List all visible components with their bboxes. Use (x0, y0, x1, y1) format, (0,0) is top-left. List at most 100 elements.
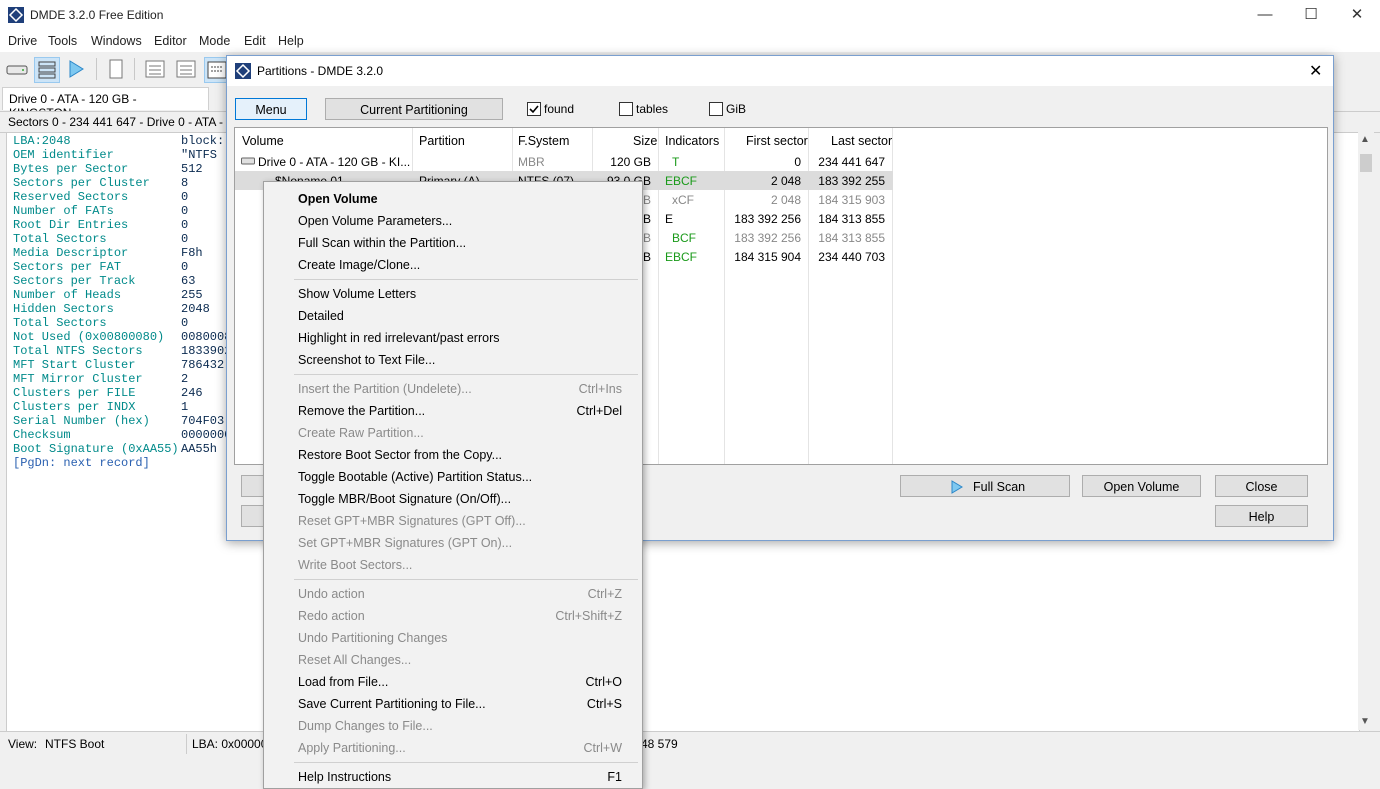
gib-checkbox[interactable] (709, 102, 723, 116)
context-menu-item[interactable]: Save Current Partitioning to File... Ctrl… (264, 693, 642, 715)
record-row[interactable]: Total NTFS Sectors 1833902 (13, 344, 231, 358)
menu-item-label: Full Scan within the Partition... (298, 236, 467, 250)
record-value: 704F03 (181, 414, 225, 428)
record-row[interactable]: OEM identifier "NTFS (13, 148, 217, 162)
record-row[interactable]: Bytes per Sector 512 (13, 162, 203, 176)
record-value: AA55h (181, 442, 218, 456)
scroll-down-icon[interactable]: ▼ (1360, 716, 1370, 727)
context-menu-item: Insert the Partition (Undelete)... Ctrl+I… (264, 378, 642, 400)
record-row[interactable]: Reserved Sectors 0 (13, 190, 188, 204)
context-menu-item: Reset GPT+MBR Signatures (GPT Off)... (264, 510, 642, 532)
cell-indicators: EBCF (665, 174, 698, 188)
context-menu-item: Reset All Changes... (264, 649, 642, 671)
scroll-up-icon[interactable]: ▲ (1360, 134, 1370, 145)
menu-mode[interactable]: Mode (199, 34, 230, 48)
menu-windows[interactable]: Windows (91, 34, 142, 48)
record-row[interactable]: Sectors per FAT 0 (13, 260, 188, 274)
context-menu-item[interactable]: Screenshot to Text File... (264, 349, 642, 371)
hard-drive-icon[interactable] (5, 57, 29, 81)
record-row[interactable]: Number of FATs 0 (13, 204, 188, 218)
menu-tools[interactable]: Tools (48, 34, 77, 48)
close-button[interactable]: Close (1215, 475, 1308, 497)
tree-view-icon[interactable] (143, 57, 167, 81)
status-view-value: NTFS Boot (45, 737, 105, 751)
scrollbar-thumb[interactable] (1360, 154, 1372, 172)
help-button[interactable]: Help (1215, 505, 1308, 527)
record-key: Clusters per FILE (13, 386, 136, 400)
column-header-first-sector[interactable]: First sector (746, 134, 808, 148)
close-icon[interactable]: ✕ (1334, 0, 1380, 30)
record-value: 255 (181, 288, 203, 302)
record-row[interactable]: MFT Mirror Cluster 2 (13, 372, 188, 386)
cell-indicators: T (672, 155, 680, 169)
next-record-hint[interactable]: [PgDn: next record] (13, 456, 150, 470)
context-menu-item[interactable]: Toggle Bootable (Active) Partition Statu… (264, 466, 642, 488)
record-key: Media Descriptor (13, 246, 129, 260)
context-menu-item[interactable]: Toggle MBR/Boot Signature (On/Off)... (264, 488, 642, 510)
cell-indicators: xCF (672, 193, 694, 207)
table-row[interactable]: Drive 0 - ATA - 120 GB - KI... MBR 120 G… (235, 152, 893, 171)
context-menu-item[interactable]: Full Scan within the Partition... (264, 232, 642, 254)
status-separator (186, 734, 187, 754)
maximize-icon[interactable]: ☐ (1288, 0, 1334, 30)
drive-tab[interactable]: Drive 0 - ATA - 120 GB - KINGSTON... (2, 87, 209, 120)
record-row[interactable]: MFT Start Cluster 786432 (13, 358, 224, 372)
record-value: 0000000 (181, 428, 232, 442)
context-menu-item[interactable]: Restore Boot Sector from the Copy... (264, 444, 642, 466)
menu-button[interactable]: Menu (235, 98, 307, 120)
column-header-volume[interactable]: Volume (242, 134, 284, 148)
minimize-icon[interactable]: — (1242, 0, 1288, 30)
record-row[interactable]: Serial Number (hex) 704F03 (13, 414, 224, 428)
context-menu-item[interactable]: Create Image/Clone... (264, 254, 642, 276)
column-header-last-sector[interactable]: Last sector (831, 134, 892, 148)
vertical-scrollbar[interactable]: ▲ ▼ (1358, 132, 1374, 730)
current-partitioning-button[interactable]: Current Partitioning (325, 98, 503, 120)
record-row[interactable]: Total Sectors 0 (13, 232, 188, 246)
record-row[interactable]: Root Dir Entries 0 (13, 218, 188, 232)
menu-edit[interactable]: Edit (244, 34, 266, 48)
file-icon[interactable] (104, 57, 128, 81)
record-row[interactable]: Sectors per Cluster 8 (13, 176, 188, 190)
record-row[interactable]: Total Sectors 0 (13, 316, 188, 330)
found-checkbox[interactable] (527, 102, 541, 116)
menu-item-label: Insert the Partition (Undelete)... (298, 382, 472, 396)
record-row[interactable]: Boot Signature (0xAA55) AA55h (13, 442, 217, 456)
menu-item-label: Show Volume Letters (298, 287, 417, 301)
record-key: Checksum (13, 428, 71, 442)
close-icon[interactable]: ✕ (1309, 61, 1322, 81)
context-menu-item[interactable]: Remove the Partition... Ctrl+Del (264, 400, 642, 422)
context-menu-item[interactable]: Highlight in red irrelevant/past errors (264, 327, 642, 349)
column-header-size[interactable]: Size (633, 134, 657, 148)
menu-drive[interactable]: Drive (8, 34, 37, 48)
context-menu-item[interactable]: Help Instructions F1 (264, 766, 642, 788)
record-row[interactable]: Hidden Sectors 2048 (13, 302, 210, 316)
record-row[interactable]: Clusters per FILE 246 (13, 386, 203, 400)
menu-help[interactable]: Help (278, 34, 304, 48)
menu-item-label: Undo Partitioning Changes (298, 631, 448, 645)
record-row[interactable]: Not Used (0x00800080) 0080008 (13, 330, 231, 344)
record-row[interactable]: Checksum 0000000 (13, 428, 231, 442)
open-volume-button[interactable]: Open Volume (1082, 475, 1201, 497)
list-view-icon[interactable] (174, 57, 198, 81)
context-menu-item[interactable]: Open Volume (264, 188, 642, 210)
menu-item-label: Detailed (298, 309, 344, 323)
full-scan-button[interactable]: Full Scan (900, 475, 1070, 497)
context-menu-item[interactable]: Detailed (264, 305, 642, 327)
partitions-icon[interactable] (34, 57, 60, 83)
context-menu-item[interactable]: Load from File... Ctrl+O (264, 671, 642, 693)
context-menu-item[interactable]: Open Volume Parameters... (264, 210, 642, 232)
record-row[interactable]: Number of Heads 255 (13, 288, 203, 302)
column-header-partition[interactable]: Partition (419, 134, 465, 148)
column-header-indicators[interactable]: Indicators (665, 134, 719, 148)
record-row[interactable]: Clusters per INDX 1 (13, 400, 188, 414)
menu-item-label: Create Raw Partition... (298, 426, 424, 440)
menu-editor[interactable]: Editor (154, 34, 187, 48)
context-menu-item[interactable]: Show Volume Letters (264, 283, 642, 305)
record-key: Root Dir Entries (13, 218, 129, 232)
tables-checkbox[interactable] (619, 102, 633, 116)
column-header-fsystem[interactable]: F.System (518, 134, 569, 148)
record-row[interactable]: Media Descriptor F8h (13, 246, 203, 260)
menu-item-label: Save Current Partitioning to File... (298, 697, 486, 711)
record-row[interactable]: Sectors per Track 63 (13, 274, 195, 288)
play-icon[interactable] (64, 57, 88, 81)
